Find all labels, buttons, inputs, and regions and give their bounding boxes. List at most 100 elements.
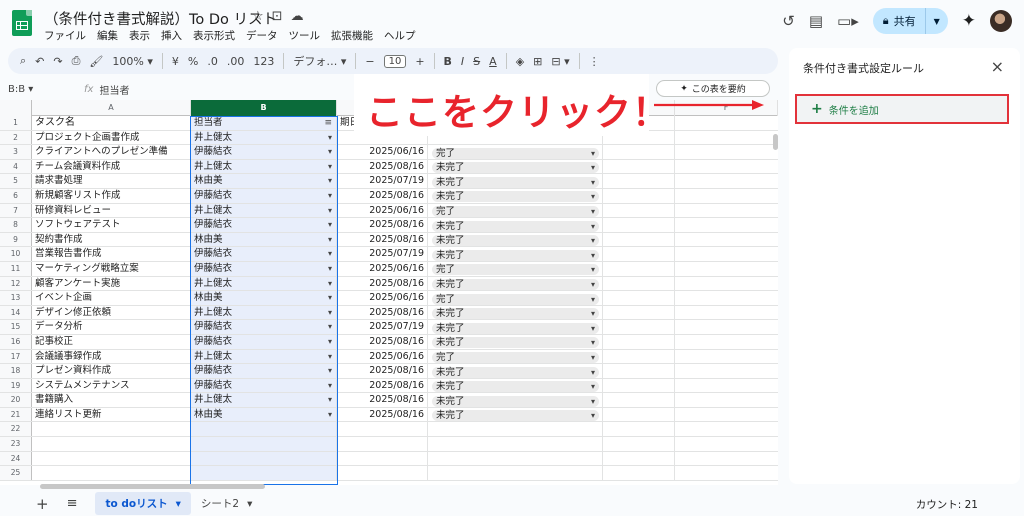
number-format-button[interactable]: 123 — [253, 55, 274, 68]
menu-format[interactable]: 表示形式 — [193, 28, 235, 43]
status-chip[interactable]: 完了 — [432, 206, 599, 218]
cell[interactable] — [603, 232, 675, 247]
person-cell[interactable]: 林由美 ▾ — [191, 174, 337, 188]
cell[interactable] — [603, 422, 675, 437]
cell[interactable] — [675, 306, 778, 320]
borders-icon[interactable]: ⊞ — [533, 55, 542, 68]
status-chip[interactable]: 未完了 — [432, 249, 599, 261]
person-cell[interactable]: 井上健太 ▾ — [191, 349, 337, 364]
task-cell[interactable]: 連絡リスト更新 — [32, 407, 191, 422]
cell[interactable] — [191, 422, 337, 437]
person-cell[interactable]: 伊藤結衣 ▾ — [191, 145, 337, 159]
row-number[interactable]: 11 — [0, 261, 32, 276]
cell[interactable] — [675, 131, 778, 145]
cell[interactable] — [428, 437, 603, 451]
chevron-down-icon[interactable]: ▾ — [328, 160, 332, 174]
chevron-down-icon[interactable]: ▾ — [328, 189, 332, 203]
status-chip[interactable]: 未完了 — [432, 162, 599, 174]
status-chip[interactable]: 未完了 — [432, 366, 599, 378]
task-cell[interactable]: 新規顧客リスト作成 — [32, 188, 191, 203]
status-chip[interactable]: 完了 — [432, 293, 599, 305]
menu-tools[interactable]: ツール — [289, 28, 321, 43]
row-number[interactable]: 17 — [0, 349, 32, 364]
chevron-down-icon[interactable]: ▾ — [328, 364, 332, 378]
task-cell[interactable]: マーケティング戦略立案 — [32, 261, 191, 276]
chevron-down-icon[interactable]: ▾ — [328, 335, 332, 349]
date-cell[interactable]: 2025/08/16 — [337, 334, 428, 349]
gemini-icon[interactable]: ✦ — [962, 11, 976, 31]
cell[interactable] — [603, 159, 675, 174]
task-cell[interactable]: 契約書作成 — [32, 232, 191, 247]
task-cell[interactable]: クライアントへのプレゼン準備 — [32, 145, 191, 159]
task-cell[interactable]: イベント企画 — [32, 291, 191, 305]
date-cell[interactable]: 2025/08/16 — [337, 218, 428, 232]
menu-data[interactable]: データ — [246, 28, 278, 43]
row-number[interactable]: 4 — [0, 159, 32, 174]
sheet-tab-active[interactable]: to doリスト ▾ — [95, 492, 191, 515]
row-number[interactable]: 25 — [0, 466, 32, 480]
cell[interactable] — [675, 145, 778, 159]
cell[interactable] — [675, 437, 778, 451]
status-chip[interactable]: 完了 — [432, 352, 599, 363]
status-cell[interactable]: 未完了 — [428, 393, 603, 407]
bold-button[interactable]: B — [444, 55, 452, 68]
row-number[interactable]: 21 — [0, 407, 32, 422]
cell[interactable] — [675, 116, 778, 130]
task-cell[interactable]: 記事校正 — [32, 334, 191, 349]
cell[interactable] — [603, 393, 675, 407]
row-number[interactable]: 10 — [0, 247, 32, 261]
row-number[interactable]: 3 — [0, 145, 32, 159]
text-color-icon[interactable]: A — [489, 55, 497, 68]
all-sheets-icon[interactable]: ≡ — [67, 496, 78, 511]
chevron-down-icon[interactable]: ▾ — [176, 498, 181, 510]
date-cell[interactable]: 2025/06/16 — [337, 145, 428, 159]
chevron-down-icon[interactable]: ▾ — [328, 174, 332, 188]
person-cell[interactable]: 伊藤結衣 ▾ — [191, 378, 337, 393]
chevron-down-icon[interactable]: ▾ — [328, 247, 332, 261]
row-number[interactable]: 7 — [0, 203, 32, 218]
menu-view[interactable]: 表示 — [129, 28, 150, 43]
cell[interactable] — [675, 174, 778, 188]
cell[interactable] — [603, 291, 675, 305]
chevron-down-icon[interactable]: ▾ — [328, 350, 332, 364]
chevron-down-icon[interactable]: ▾ — [328, 262, 332, 276]
font-size-input[interactable]: 10 — [383, 54, 407, 68]
cell[interactable] — [191, 451, 337, 466]
row-number[interactable]: 6 — [0, 188, 32, 203]
cell[interactable] — [675, 320, 778, 334]
row-number[interactable]: 20 — [0, 393, 32, 407]
chevron-down-icon[interactable]: ▾ — [328, 306, 332, 320]
undo-icon[interactable]: ↶ — [35, 55, 44, 68]
cell[interactable] — [428, 466, 603, 480]
status-chip[interactable]: 完了 — [432, 264, 599, 276]
header-task-cell[interactable]: タスク名 — [32, 116, 191, 130]
spreadsheet-grid[interactable]: A B C D E F 1 タスク名 担当者≡ 期日 2プロジェクト企画書作成井… — [0, 100, 778, 485]
cell[interactable] — [675, 408, 778, 422]
cell[interactable] — [675, 291, 778, 305]
task-cell[interactable]: 会議議事録作成 — [32, 349, 191, 364]
chevron-down-icon[interactable]: ▾ — [328, 233, 332, 247]
row-number[interactable]: 19 — [0, 378, 32, 393]
task-cell[interactable]: 営業報告書作成 — [32, 247, 191, 261]
cell[interactable] — [428, 422, 603, 437]
status-chip[interactable]: 未完了 — [432, 235, 599, 247]
cell[interactable] — [675, 364, 778, 378]
task-cell[interactable]: デザイン修正依頼 — [32, 305, 191, 320]
date-cell[interactable]: 2025/08/16 — [337, 393, 428, 407]
date-cell[interactable]: 2025/06/16 — [337, 291, 428, 305]
fill-color-icon[interactable]: ◈ — [516, 55, 524, 68]
percent-button[interactable]: % — [188, 55, 198, 68]
date-cell[interactable]: 2025/08/16 — [337, 159, 428, 174]
row-number[interactable]: 24 — [0, 451, 32, 466]
status-cell[interactable]: 未完了 — [428, 174, 603, 188]
person-cell[interactable]: 林由美 ▾ — [191, 407, 337, 422]
task-cell[interactable]: ソフトウェアテスト — [32, 218, 191, 232]
task-cell[interactable]: システムメンテナンス — [32, 378, 191, 393]
add-rule-button[interactable]: + 条件を追加 — [795, 94, 1009, 124]
date-cell[interactable]: 2025/08/16 — [337, 188, 428, 203]
history-icon[interactable]: ↺ — [782, 12, 795, 30]
date-cell[interactable]: 2025/08/16 — [337, 364, 428, 378]
cell[interactable] — [32, 451, 191, 466]
row-number[interactable]: 23 — [0, 437, 32, 451]
status-chip[interactable]: 未完了 — [432, 308, 599, 320]
